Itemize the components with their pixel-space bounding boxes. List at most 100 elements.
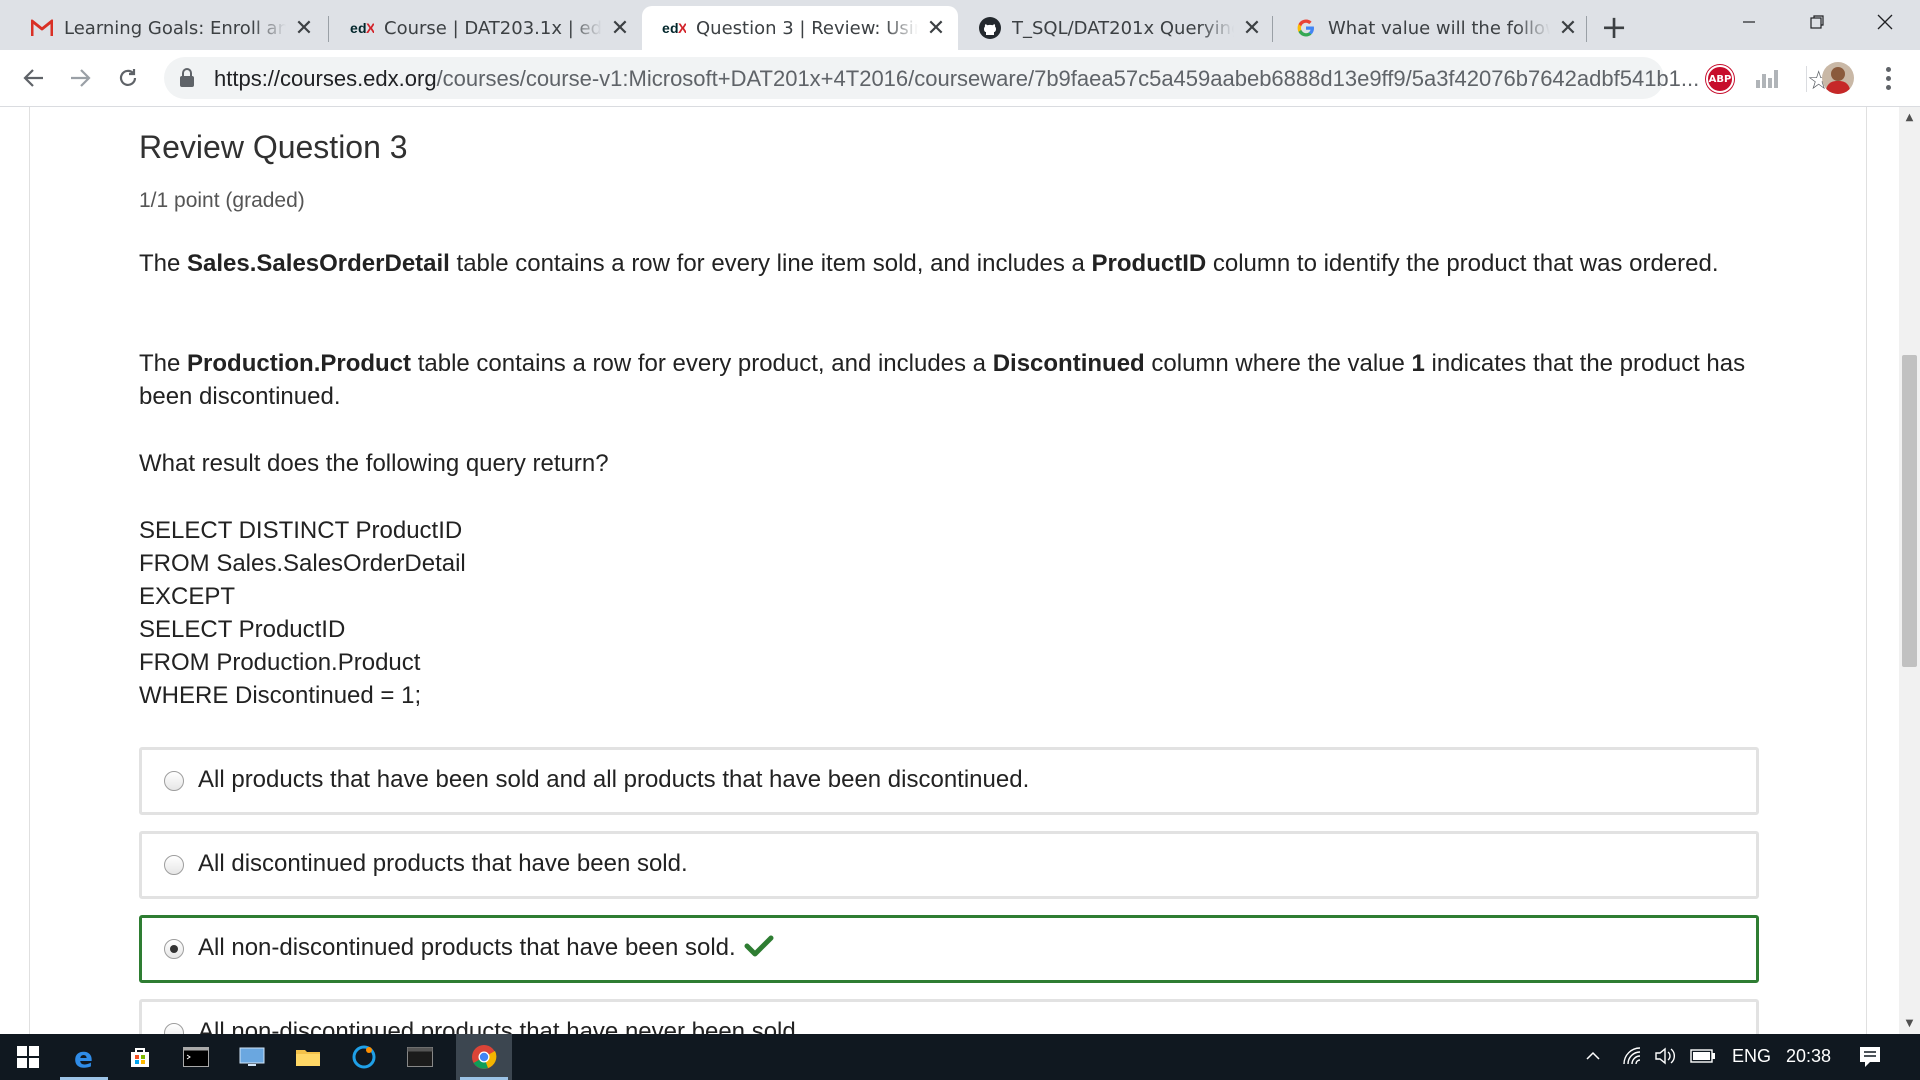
close-tab-icon[interactable]: ✕ [1240, 16, 1264, 41]
battery-icon[interactable] [1690, 1048, 1716, 1068]
reload-icon [119, 69, 137, 86]
lock-icon [180, 68, 194, 88]
answer-option-correct[interactable]: All non-discontinued products that have … [139, 915, 1759, 983]
forward-arrow-icon [71, 69, 91, 87]
tab-divider [328, 16, 329, 42]
content-border-right [1866, 107, 1867, 1034]
toolbar-divider [1806, 66, 1807, 92]
page-content: Review Question 3 1/1 point (graded) The… [0, 107, 1899, 1034]
taskbar-store[interactable] [112, 1034, 168, 1080]
tab-title: T_SQL/DAT201x Querying w [1012, 17, 1234, 39]
tab-divider [1272, 16, 1273, 42]
close-tab-icon[interactable]: ✕ [924, 16, 948, 41]
clock-time[interactable]: 20:38 [1786, 1046, 1831, 1067]
reload-button[interactable] [110, 60, 146, 96]
question-paragraph-2: The Production.Product table contains a … [139, 350, 1746, 410]
taskbar-file-explorer[interactable] [280, 1034, 336, 1080]
circle-app-icon [352, 1045, 376, 1069]
url-text: https://courses.edx.org/courses/course-v… [214, 66, 1700, 91]
window-app-icon [407, 1047, 433, 1067]
tab-title: Course | DAT203.1x | edX [384, 17, 602, 39]
minimize-button[interactable] [1720, 0, 1778, 44]
scroll-down-arrow-icon[interactable]: ▼ [1899, 1015, 1920, 1032]
answer-radio[interactable] [164, 1023, 184, 1034]
taskbar-chrome[interactable] [456, 1034, 512, 1080]
google-icon [1294, 16, 1318, 40]
taskbar-dark-app[interactable] [392, 1034, 448, 1080]
question-points: 1/1 point (graded) [139, 189, 305, 212]
page-scrollbar[interactable]: ▲ ▼ [1899, 107, 1920, 1034]
taskbar-monitor-app[interactable] [224, 1034, 280, 1080]
answer-option[interactable]: All products that have been sold and all… [139, 747, 1759, 815]
svg-text:e: e [662, 20, 670, 36]
store-icon [131, 1048, 149, 1067]
tab-title: What value will the followin [1328, 17, 1550, 39]
back-arrow-icon [23, 69, 43, 87]
profile-avatar[interactable] [1822, 62, 1854, 94]
taskbar-app-circle[interactable] [336, 1034, 392, 1080]
answer-radio-selected[interactable] [164, 939, 184, 959]
svg-text:e: e [350, 20, 358, 36]
browser-menu-icon[interactable] [1876, 60, 1900, 96]
tab-google-search[interactable]: What value will the followin ✕ [1274, 6, 1590, 50]
tab-github[interactable]: T_SQL/DAT201x Querying w ✕ [958, 6, 1274, 50]
query-line: FROM Sales.SalesOrderDetail [139, 550, 466, 577]
tab-title: Learning Goals: Enroll and c [64, 17, 286, 39]
answer-label[interactable]: All non-discontinued products that have … [198, 1018, 802, 1034]
content-border-left [29, 107, 30, 1034]
taskbar-edge[interactable]: e [56, 1034, 112, 1080]
tab-question[interactable]: edX Question 3 | Review: Using S ✕ [642, 6, 958, 50]
taskbar-terminal[interactable] [168, 1034, 224, 1080]
github-icon [978, 16, 1002, 40]
tab-course[interactable]: edX Course | DAT203.1x | edX ✕ [330, 6, 642, 50]
answer-option[interactable]: All discontinued products that have been… [139, 831, 1759, 899]
close-tab-icon[interactable]: ✕ [1556, 16, 1580, 41]
back-button[interactable] [16, 60, 52, 96]
query-line: WHERE Discontinued = 1; [139, 682, 422, 709]
answer-option[interactable]: All non-discontinued products that have … [139, 999, 1759, 1034]
input-language[interactable]: ENG [1732, 1046, 1771, 1067]
new-tab-button[interactable]: + [1597, 8, 1631, 46]
tab-gmail[interactable]: Learning Goals: Enroll and c ✕ [10, 6, 326, 50]
question-prompt: What result does the following query ret… [139, 450, 609, 477]
answer-label[interactable]: All products that have been sold and all… [198, 766, 1029, 794]
answer-radio[interactable] [164, 855, 184, 875]
query-line: FROM Production.Product [139, 649, 421, 676]
gmail-icon [30, 16, 54, 40]
browser-tab-strip: Learning Goals: Enroll and c ✕ edX Cours… [0, 0, 1920, 50]
scrollbar-thumb[interactable] [1902, 355, 1917, 667]
adblock-plus-icon[interactable]: ABP [1706, 65, 1734, 93]
show-hidden-icons-chevron-icon[interactable] [1584, 1047, 1602, 1069]
monitor-icon [239, 1047, 265, 1066]
start-button[interactable] [0, 1034, 56, 1080]
windows-taskbar: e ENG 20:38 [0, 1034, 1920, 1080]
svg-text:X: X [678, 20, 686, 36]
address-bar[interactable]: https://courses.edx.org/courses/course-v… [164, 57, 1830, 99]
query-line: SELECT ProductID [139, 616, 346, 643]
close-window-button[interactable] [1856, 0, 1914, 44]
browser-toolbar: https://courses.edx.org/courses/course-v… [0, 50, 1920, 107]
query-line: EXCEPT [139, 583, 236, 610]
answer-label[interactable]: All non-discontinued products that have … [198, 934, 774, 962]
svg-text:e: e [74, 1043, 93, 1071]
restore-button[interactable] [1788, 0, 1846, 44]
svg-text:X: X [366, 20, 374, 36]
answer-label[interactable]: All discontinued products that have been… [198, 850, 688, 878]
close-tab-icon[interactable]: ✕ [608, 16, 632, 41]
extension-chart-icon[interactable] [1756, 70, 1780, 88]
edge-icon: e [74, 1043, 93, 1071]
edx-icon: edX [662, 16, 686, 40]
windows-logo-icon [17, 1046, 39, 1068]
answer-radio[interactable] [164, 771, 184, 791]
chrome-icon [472, 1045, 497, 1069]
close-tab-icon[interactable]: ✕ [292, 16, 316, 41]
forward-button[interactable] [62, 60, 98, 96]
scroll-up-arrow-icon[interactable]: ▲ [1899, 109, 1920, 126]
question-paragraph-1: The Sales.SalesOrderDetail table contain… [139, 250, 1719, 277]
volume-icon[interactable] [1654, 1046, 1678, 1070]
correct-check-icon [744, 935, 774, 957]
question-title: Review Question 3 [139, 129, 408, 165]
action-center-icon[interactable] [1858, 1045, 1882, 1073]
wifi-icon[interactable] [1622, 1046, 1644, 1070]
query-line: SELECT DISTINCT ProductID [139, 517, 463, 544]
